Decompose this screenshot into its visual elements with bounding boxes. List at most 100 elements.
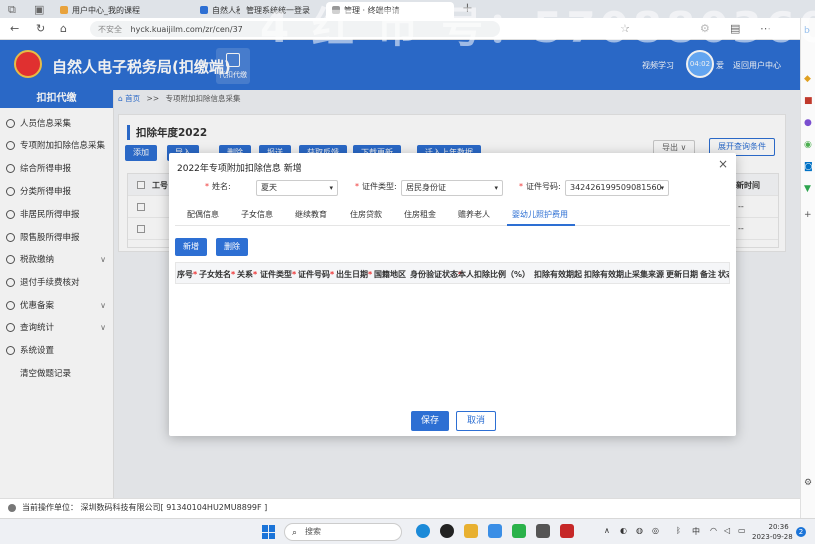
drop-icon[interactable]: ▼ bbox=[804, 184, 811, 194]
tab-housing-rent[interactable]: 住房租金 bbox=[404, 209, 436, 220]
cancel-button[interactable]: 取消 bbox=[456, 411, 496, 431]
tab-user-center[interactable]: 用户中心_我的课程 bbox=[54, 2, 194, 18]
add-sidebar-icon[interactable]: + bbox=[804, 210, 812, 220]
home-icon[interactable]: ⌂ bbox=[60, 22, 67, 35]
games-icon[interactable]: ● bbox=[804, 118, 812, 128]
windows-start-icon[interactable] bbox=[262, 525, 276, 539]
col-seq: 序号* bbox=[177, 270, 198, 279]
chevron-down-icon: ▾ bbox=[494, 184, 498, 192]
reload-icon[interactable]: ↻ bbox=[36, 22, 45, 35]
grid-add-button[interactable]: 新增 bbox=[175, 238, 207, 256]
tab-login[interactable]: 管理系统统一登录 bbox=[240, 2, 326, 18]
file-explorer-icon[interactable] bbox=[464, 524, 478, 538]
tools-icon[interactable]: ■ bbox=[804, 96, 813, 106]
tray-app-icon[interactable]: ◍ bbox=[636, 526, 643, 535]
extensions-icon[interactable]: ⚙ bbox=[700, 22, 710, 35]
col-id-type: 证件类型* bbox=[260, 270, 297, 279]
col-source: 采集来源 bbox=[632, 270, 664, 279]
url-text: hyck.kuaijilm.com/zr/cen/37 bbox=[130, 25, 243, 34]
tab-infant-care[interactable]: 婴幼儿照护费用 bbox=[512, 209, 568, 220]
col-update-date: 更新日期 bbox=[666, 270, 698, 279]
more-icon[interactable]: ⋯ bbox=[760, 22, 771, 35]
new-tab-button[interactable]: + bbox=[462, 1, 473, 16]
name-label: * 姓名: bbox=[205, 182, 231, 191]
browser-workspace-icon[interactable]: ⧉ bbox=[8, 3, 16, 17]
notification-badge[interactable]: 2 bbox=[796, 527, 806, 537]
col-child-name: 子女姓名* bbox=[199, 270, 236, 279]
close-icon[interactable]: × bbox=[718, 157, 728, 171]
id-number-select[interactable]: 342426199509081560 ▾ bbox=[565, 180, 669, 196]
name-select[interactable]: 夏天 ▾ bbox=[256, 180, 338, 196]
col-remark: 备注 bbox=[700, 270, 716, 279]
tray-chevron-icon[interactable]: ∧ bbox=[604, 526, 610, 535]
status-label: 当前操作单位： bbox=[22, 503, 78, 512]
wechat-icon[interactable] bbox=[512, 524, 526, 538]
col-verify-status: 身份验证状态* bbox=[410, 270, 463, 279]
tab-continuing-education[interactable]: 继续教育 bbox=[295, 209, 327, 220]
wifi-icon[interactable]: ◠ bbox=[710, 526, 717, 535]
grid-delete-button[interactable]: 删除 bbox=[216, 238, 248, 256]
collections-icon[interactable]: ▤ bbox=[730, 22, 740, 35]
browser-side-panel: b ◆ ■ ● ◉ ◙ ▼ + ⚙ bbox=[800, 18, 815, 522]
id-type-select[interactable]: 居民身份证 ▾ bbox=[401, 180, 503, 196]
favorites-icon[interactable]: ☆ bbox=[620, 22, 630, 35]
browser-tabbar: ⧉ ▣ 用户中心_我的课程 自然人税 管理系统统一登录 管理 · 终端申请 + bbox=[0, 0, 815, 18]
battery-icon[interactable]: ▭ bbox=[738, 526, 746, 535]
app-icon[interactable] bbox=[536, 524, 550, 538]
col-birth-date: 出生日期* bbox=[336, 270, 373, 279]
active-tab-indicator bbox=[507, 224, 575, 226]
app-icon[interactable] bbox=[488, 524, 502, 538]
infant-care-grid-header: 序号* 子女姓名* 关系* 证件类型* 证件号码* 出生日期* 国籍地区 身份验… bbox=[175, 262, 730, 284]
app-icon[interactable] bbox=[560, 524, 574, 538]
tab-terminal[interactable]: 管理 · 终端申请 bbox=[326, 2, 454, 18]
user-icon bbox=[8, 504, 16, 512]
sidebar-settings-icon[interactable]: ⚙ bbox=[804, 478, 812, 488]
save-button[interactable]: 保存 bbox=[411, 411, 449, 431]
taskbar-search[interactable]: ⌕ 搜索 bbox=[284, 523, 402, 541]
taskbar: ⌕ 搜索 ∧ ◐ ◍ ◎ ᛒ 中 ◠ ◁ ▭ 20:36 2023-09-28 2 bbox=[0, 518, 815, 544]
shopping-icon[interactable]: ◆ bbox=[804, 74, 811, 84]
col-nationality: 国籍地区 bbox=[374, 270, 406, 279]
col-ratio: 本人扣除比例（%） bbox=[458, 270, 531, 279]
modal-title: 2022年专项附加扣除信息 新增 bbox=[177, 164, 302, 174]
tab-favicon-icon bbox=[332, 6, 340, 14]
chevron-down-icon: ▾ bbox=[660, 184, 664, 192]
col-status: 状态 bbox=[718, 270, 729, 279]
outlook-icon[interactable]: ◙ bbox=[804, 162, 813, 172]
search-icon: ⌕ bbox=[292, 528, 298, 538]
edge-icon[interactable] bbox=[416, 524, 430, 538]
bluetooth-icon[interactable]: ᛒ bbox=[676, 526, 681, 535]
status-bar: 当前操作单位： 深圳数码科技有限公司[ 91340104HU2MU8899F ] bbox=[0, 498, 800, 518]
url-field[interactable]: 不安全 hyck.kuaijilm.com/zr/cen/37 bbox=[90, 21, 500, 37]
id-type-label: * 证件类型: bbox=[355, 182, 397, 191]
back-icon[interactable]: ← bbox=[10, 22, 19, 35]
clock-time: 20:36 bbox=[768, 523, 789, 531]
tray-app-icon[interactable]: ◐ bbox=[620, 526, 627, 535]
tab-spouse[interactable]: 配偶信息 bbox=[187, 209, 219, 220]
qq-icon[interactable] bbox=[440, 524, 454, 538]
col-valid-start: 扣除有效期起 bbox=[534, 270, 582, 279]
col-id-number: 证件号码* bbox=[298, 270, 335, 279]
clock[interactable]: 20:36 2023-09-28 bbox=[752, 522, 793, 542]
tab-favicon-icon bbox=[60, 6, 68, 14]
tab-elderly-support[interactable]: 赡养老人 bbox=[458, 209, 490, 220]
tab-housing-loan[interactable]: 住房贷款 bbox=[350, 209, 382, 220]
tab-tax[interactable]: 自然人税 bbox=[194, 2, 240, 18]
tab-favicon-icon bbox=[200, 6, 208, 14]
clock-date: 2023-09-28 bbox=[752, 533, 793, 541]
tab-children[interactable]: 子女信息 bbox=[241, 209, 273, 220]
id-number-label: * 证件号码: bbox=[519, 182, 561, 191]
office-icon[interactable]: ◉ bbox=[804, 140, 812, 150]
col-valid-end: 扣除有效期止 bbox=[584, 270, 632, 279]
ime-indicator[interactable]: 中 bbox=[692, 526, 700, 537]
status-unit: 深圳数码科技有限公司[ 91340104HU2MU8899F ] bbox=[80, 503, 268, 512]
add-deduction-modal: 2022年专项附加扣除信息 新增 × * 姓名: 夏天 ▾ * 证件类型: 居民身份证… bbox=[169, 153, 736, 436]
tray-app-icon[interactable]: ◎ bbox=[652, 526, 659, 535]
tab-divider bbox=[175, 225, 730, 226]
volume-icon[interactable]: ◁ bbox=[724, 526, 730, 535]
browser-tabs-icon[interactable]: ▣ bbox=[34, 3, 44, 16]
col-relation: 关系* bbox=[237, 270, 258, 279]
address-bar: ← ↻ ⌂ 不安全 hyck.kuaijilm.com/zr/cen/37 ☆ … bbox=[0, 18, 815, 40]
security-warning: 不安全 bbox=[98, 25, 122, 34]
bing-icon[interactable]: b bbox=[804, 26, 810, 36]
